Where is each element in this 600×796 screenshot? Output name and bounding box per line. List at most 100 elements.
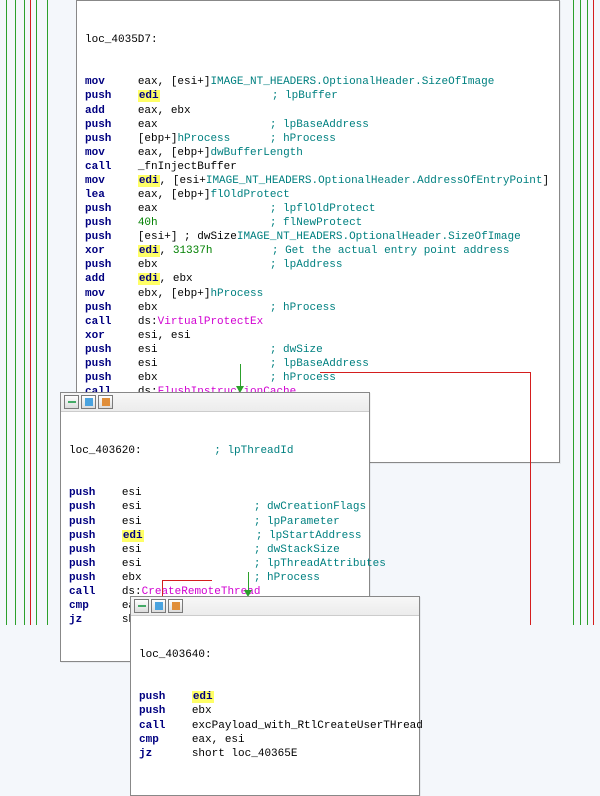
asm-line: push ebx ; lpAddress [85,258,551,272]
asm-line: push eax ; lpBaseAddress [85,118,551,132]
mnemonic: push [85,217,131,229]
block-label: loc_403620: [69,445,142,457]
mnemonic: push [69,516,115,528]
asm-line: xor edi, 31337h ; Get the actual entry p… [85,244,551,258]
mnemonic: add [85,273,131,285]
asm-line: cmp eax, esi [139,733,411,747]
node-body: loc_403640: push edipush ebxcall excPayl… [131,616,419,795]
asm-line: push ebx ; hProcess [69,571,361,585]
highlighted-reg: edi [138,273,160,285]
mnemonic: push [85,302,131,314]
mnemonic: push [85,344,131,356]
mnemonic: cmp [69,600,115,612]
block-label: loc_403640: [139,649,212,661]
asm-line: push esi ; dwCreationFlags [69,500,361,514]
mnemonic: add [85,105,131,117]
mnemonic: push [85,231,131,243]
mnemonic: mov [85,175,131,187]
asm-line: push 40h ; flNewProtect [85,216,551,230]
asm-line: mov eax, [esi+]IMAGE_NT_HEADERS.Optional… [85,75,551,89]
palette-a-icon[interactable] [151,599,166,613]
mnemonic: push [69,544,115,556]
block-label-comment: ; lpThreadId [214,445,293,457]
asm-line: call ds:VirtualProtectEx [85,315,551,329]
asm-line: call _fnInjectBuffer [85,160,551,174]
asm-line: push esi ; dwSize [85,343,551,357]
asm-line: push [esi+] ; dwSizeIMAGE_NT_HEADERS.Opt… [85,230,551,244]
mnemonic: call [85,316,131,328]
mnemonic: cmp [139,734,185,746]
mnemonic: push [69,530,115,542]
mnemonic: jz [69,614,115,626]
asm-line: push ebx ; hProcess [85,371,551,385]
comment: ; dwCreationFlags [254,501,366,513]
block-label: loc_4035D7: [85,34,158,46]
mnemonic: push [85,133,131,145]
asm-line: xor esi, esi [85,329,551,343]
api-call: VirtualProtectEx [158,316,264,328]
asm-line: push [ebp+]hProcess ; hProcess [85,132,551,146]
comment: ; lpBaseAddress [270,358,369,370]
comment: ; hProcess [254,572,320,584]
asm-line: push esi ; lpParameter [69,515,361,529]
comment: ; hProcess [270,302,336,314]
asm-line: push esi [69,486,361,500]
asm-line: push esi ; lpThreadAttributes [69,557,361,571]
asm-line: push ebx ; hProcess [85,301,551,315]
asm-line: call excPayload_with_RtlCreateUserTHread [139,719,411,733]
comment: ; Get the actual entry point address [272,245,510,257]
asm-line: add edi, ebx [85,272,551,286]
asm-line: lea eax, [ebp+]flOldProtect [85,188,551,202]
comment: ; dwSize [270,344,323,356]
mnemonic: push [139,691,185,703]
asm-line: push ebx [139,704,411,718]
comment: ; lpThreadAttributes [254,558,386,570]
mnemonic: push [139,705,185,717]
mnemonic: push [69,572,115,584]
asm-line: push edi ; lpBuffer [85,89,551,103]
mnemonic: push [85,259,131,271]
asm-line: push edi ; lpStartAddress [69,529,361,543]
mnemonic: push [85,203,131,215]
node-titlebar [61,393,369,412]
collapse-icon[interactable] [64,395,79,409]
asm-line: mov edi, [esi+IMAGE_NT_HEADERS.OptionalH… [85,174,551,188]
mnemonic: jz [139,748,185,760]
collapse-icon[interactable] [134,599,149,613]
comment: ; lpAddress [270,259,343,271]
comment: ; hProcess [270,372,336,384]
mnemonic: push [69,558,115,570]
asm-line: push edi [139,690,411,704]
highlighted-reg: edi [138,90,160,102]
asm-line: add eax, ebx [85,104,551,118]
mnemonic: call [69,586,115,598]
comment: ; flNewProtect [270,217,362,229]
mnemonic: lea [85,189,131,201]
mnemonic: push [85,372,131,384]
highlighted-reg: edi [138,245,160,257]
comment: ; lpStartAddress [256,530,362,542]
palette-b-icon[interactable] [168,599,183,613]
graph-node-3[interactable]: loc_403640: push edipush ebxcall excPayl… [130,596,420,796]
asm-line: mov ebx, [ebp+]hProcess [85,287,551,301]
comment: ; lpBuffer [272,90,338,102]
asm-line: jz short loc_40365E [139,747,411,761]
comment: ; lpflOldProtect [270,203,376,215]
comment: ; lpParameter [254,516,340,528]
highlighted-reg: edi [122,530,144,542]
mnemonic: push [85,358,131,370]
palette-a-icon[interactable] [81,395,96,409]
mnemonic: mov [85,147,131,159]
palette-b-icon[interactable] [98,395,113,409]
comment: ; dwStackSize [254,544,340,556]
mnemonic: xor [85,330,131,342]
asm-line: push esi ; lpBaseAddress [85,357,551,371]
highlighted-reg: edi [192,691,214,703]
comment: ; lpBaseAddress [270,119,369,131]
asm-line: push eax ; lpflOldProtect [85,202,551,216]
node-titlebar [131,597,419,616]
mnemonic: mov [85,76,131,88]
asm-line: push esi ; dwStackSize [69,543,361,557]
mnemonic: xor [85,245,131,257]
comment: ; hProcess [270,133,336,145]
